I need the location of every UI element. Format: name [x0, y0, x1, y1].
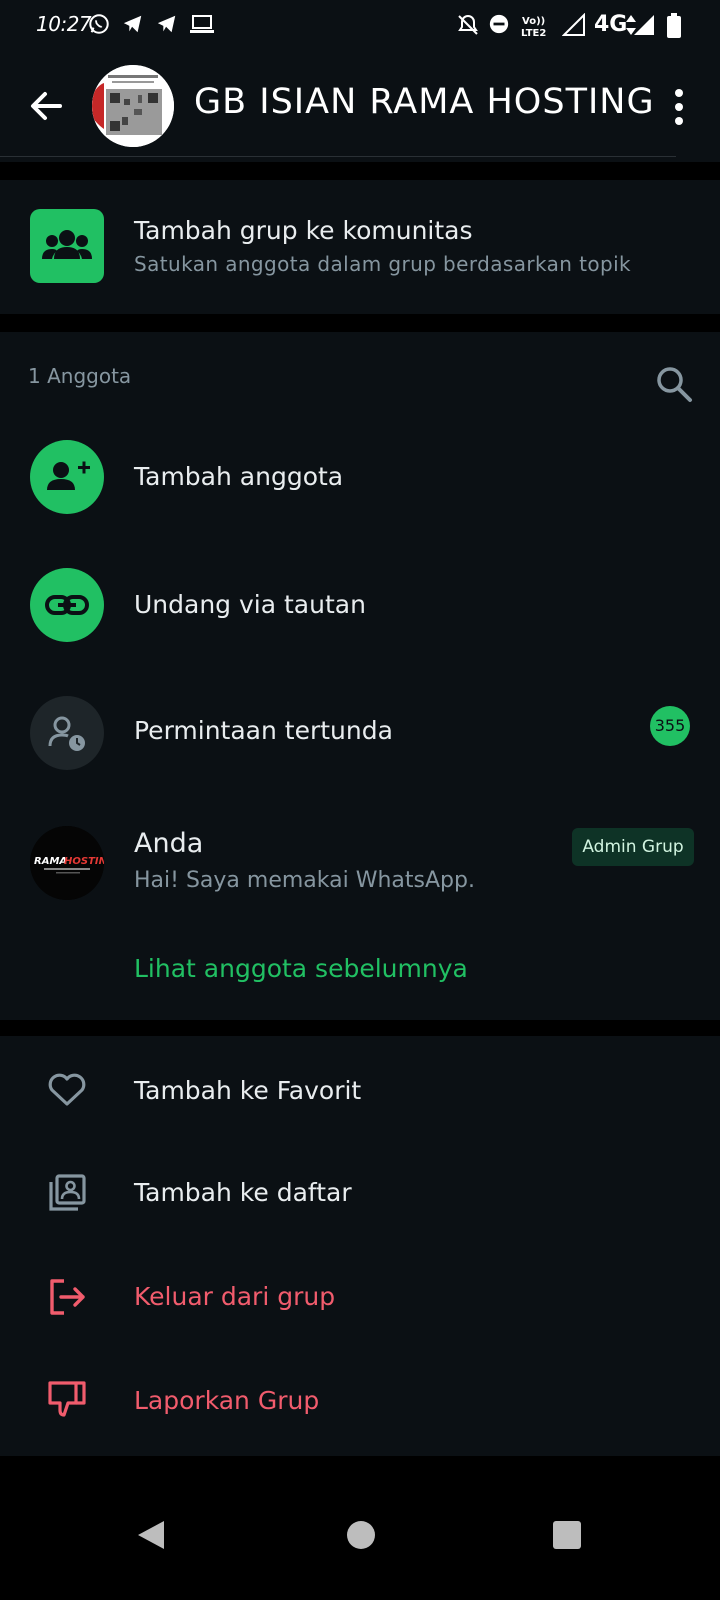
report-group-label: Laporkan Grup: [134, 1386, 320, 1415]
telegram-icon: [123, 15, 142, 33]
community-icon-bg: [30, 209, 104, 283]
community-section[interactable]: Tambah grup ke komunitas Satukan anggota…: [0, 180, 720, 314]
member-avatar-logo: RAMA HOSTING: [30, 826, 104, 900]
exit-icon: [50, 1279, 85, 1315]
group-avatar-image: [92, 65, 174, 147]
pending-count-badge: 355: [650, 706, 690, 746]
search-icon[interactable]: [654, 364, 694, 404]
pending-person-icon: [48, 716, 85, 751]
laptop-icon: [190, 15, 214, 33]
person-add-icon: [47, 461, 90, 490]
list-add-icon: [49, 1174, 86, 1211]
network-type: 4G: [594, 12, 628, 37]
member-status: Hai! Saya memakai WhatsApp.: [134, 868, 475, 893]
group-title[interactable]: GB ISIAN RAMA HOSTING: [194, 82, 655, 122]
nav-recents-icon[interactable]: [550, 1518, 584, 1552]
svg-text:HOSTING: HOSTING: [64, 856, 104, 867]
invite-link-label: Undang via tautan: [134, 590, 366, 619]
add-to-list-label: Tambah ke daftar: [134, 1178, 352, 1207]
actions-section: Tambah ke Favorit Tambah ke daftar Kelua…: [0, 1036, 720, 1456]
add-to-favorites-label: Tambah ke Favorit: [134, 1076, 362, 1105]
community-icon: [42, 230, 92, 259]
thumbs-down-icon: [48, 1381, 86, 1417]
community-subtitle: Satukan anggota dalam grup berdasarkan t…: [134, 252, 632, 276]
view-previous-members-link[interactable]: Lihat anggota sebelumnya: [134, 954, 468, 983]
signal-icon: [562, 13, 585, 36]
app-bar: GB ISIAN RAMA HOSTING: [0, 52, 720, 162]
nav-back-icon[interactable]: [134, 1518, 168, 1552]
svg-text:RAMA: RAMA: [34, 856, 67, 867]
group-avatar[interactable]: [92, 65, 174, 147]
telegram-icon: [157, 15, 176, 33]
do-not-disturb-icon: [489, 14, 509, 34]
avatar: RAMA HOSTING: [30, 826, 104, 900]
exit-group-label: Keluar dari grup: [134, 1282, 336, 1311]
header-divider: [0, 156, 676, 157]
link-icon: [45, 595, 89, 615]
pending-requests-label: Permintaan tertunda: [134, 716, 393, 745]
invite-link-icon-bg: [30, 568, 104, 642]
add-member-label: Tambah anggota: [134, 462, 344, 491]
pending-icon-bg: [30, 696, 104, 770]
volte-icon: Vo)) LTE2: [521, 16, 546, 39]
member-name: Anda: [134, 828, 204, 859]
status-time: 10:27: [36, 12, 92, 36]
svg-text:LTE2: LTE2: [521, 28, 546, 39]
members-section: 1 Anggota Tambah anggota Undang via taut…: [0, 332, 720, 1020]
whatsapp-icon: [89, 14, 109, 34]
svg-text:Vo)): Vo)): [522, 16, 545, 27]
system-nav-bar: [0, 1474, 720, 1600]
arrow-back-icon[interactable]: [26, 86, 66, 126]
more-vert-icon[interactable]: [664, 86, 694, 128]
nav-home-icon[interactable]: [344, 1518, 378, 1552]
mute-icon: [458, 14, 478, 35]
add-member-icon-bg: [30, 440, 104, 514]
admin-badge: Admin Grup: [572, 828, 694, 866]
battery-icon: [667, 13, 681, 38]
signal-full-icon: [634, 15, 654, 35]
community-title: Tambah grup ke komunitas: [134, 216, 473, 245]
status-bar: 10:27 Vo)) LTE2 4G: [0, 0, 720, 52]
heart-icon: [48, 1073, 86, 1106]
members-count: 1 Anggota: [28, 364, 132, 388]
